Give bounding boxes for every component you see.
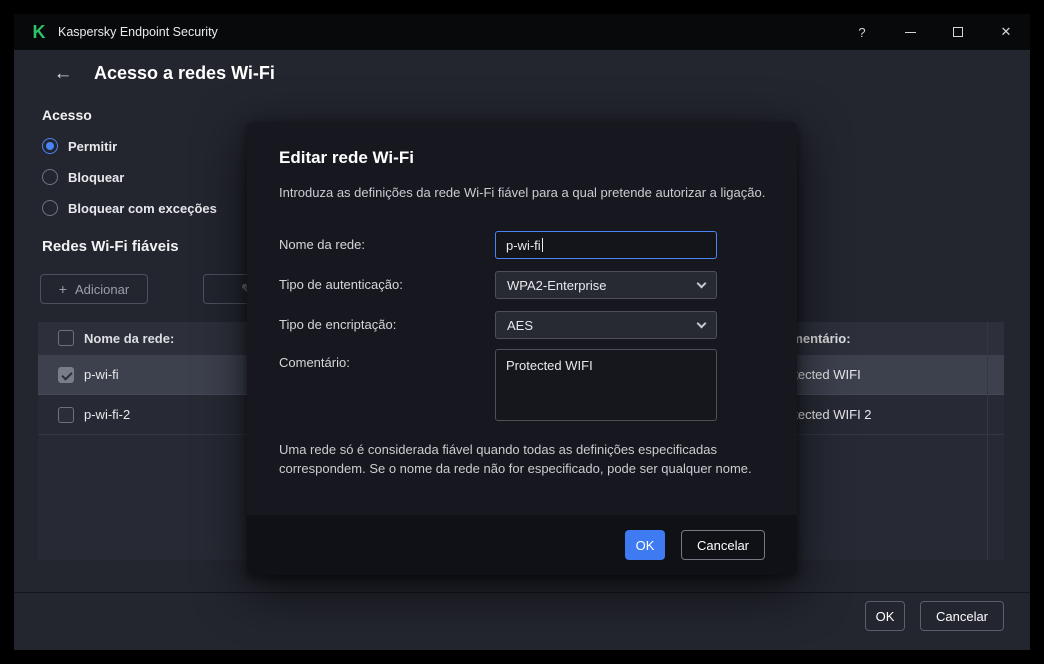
network-name-cell: p-wi-fi xyxy=(84,367,119,382)
auth-type-select[interactable]: WPA2-Enterprise xyxy=(495,271,717,299)
table-scroll-gutter xyxy=(987,322,988,560)
radio-bloquear-excecoes[interactable]: Bloquear com exceções xyxy=(42,198,217,218)
minimize-icon xyxy=(904,31,916,33)
plus-icon: + xyxy=(58,281,67,297)
access-heading: Acesso xyxy=(42,107,92,123)
network-name-input[interactable]: p-wi-fi xyxy=(495,231,717,259)
help-icon: ? xyxy=(858,24,866,40)
minimize-button[interactable] xyxy=(886,14,934,50)
comment-textarea[interactable]: Protected WIFI xyxy=(495,349,717,421)
chevron-down-icon xyxy=(696,278,707,288)
network-name-label: Nome da rede: xyxy=(279,237,365,252)
kaspersky-logo-icon: K xyxy=(32,22,46,42)
app-window: K Kaspersky Endpoint Security ? ✕ ← Aces… xyxy=(14,14,1030,650)
radio-bloquear[interactable]: Bloquear xyxy=(42,167,124,187)
trusted-networks-heading: Redes Wi-Fi fiáveis xyxy=(42,238,179,255)
text-caret xyxy=(541,238,543,252)
chevron-down-icon xyxy=(696,318,707,328)
radio-icon xyxy=(42,169,58,185)
edit-wifi-dialog: Editar rede Wi-Fi Introduza as definiçõe… xyxy=(247,122,797,575)
encryption-type-label: Tipo de encriptação: xyxy=(279,317,397,332)
window-cancel-button[interactable]: Cancelar xyxy=(920,601,1004,631)
dialog-description: Introduza as definições da rede Wi-Fi fi… xyxy=(279,185,766,200)
radio-permitir[interactable]: Permitir xyxy=(42,136,117,156)
network-name-cell: p-wi-fi-2 xyxy=(84,407,131,422)
close-icon: ✕ xyxy=(1000,24,1012,39)
row-checkbox[interactable] xyxy=(58,407,74,423)
radio-icon xyxy=(42,138,58,154)
window-ok-button[interactable]: OK xyxy=(865,601,905,631)
dialog-ok-button[interactable]: OK xyxy=(625,530,665,560)
dialog-cancel-button[interactable]: Cancelar xyxy=(681,530,765,560)
row-checkbox[interactable] xyxy=(58,367,74,383)
comment-label: Comentário: xyxy=(279,355,350,370)
auth-type-value: WPA2-Enterprise xyxy=(507,277,607,293)
help-button[interactable]: ? xyxy=(838,14,886,50)
encryption-type-select[interactable]: AES xyxy=(495,311,717,339)
close-button[interactable]: ✕ xyxy=(982,14,1030,50)
radio-label: Permitir xyxy=(68,138,118,154)
main-content: ← Acesso a redes Wi-Fi Acesso Permitir B… xyxy=(14,50,1030,650)
add-network-button[interactable]: + Adicionar xyxy=(40,274,148,304)
page-title: Acesso a redes Wi-Fi xyxy=(94,63,275,83)
radio-label: Bloquear com exceções xyxy=(68,200,217,216)
name-column-header: Nome da rede: xyxy=(84,331,175,346)
encryption-type-value: AES xyxy=(507,317,534,333)
maximize-button[interactable] xyxy=(934,14,982,50)
auth-type-label: Tipo de autenticação: xyxy=(279,277,403,292)
dialog-note: Uma rede só é considerada fiável quando … xyxy=(279,442,752,476)
back-button[interactable]: ← xyxy=(50,61,76,87)
radio-icon xyxy=(42,200,58,216)
maximize-icon xyxy=(953,27,963,37)
dialog-footer: OK Cancelar xyxy=(247,515,797,575)
titlebar: K Kaspersky Endpoint Security ? ✕ xyxy=(14,14,1030,50)
window-controls: ? ✕ xyxy=(838,14,1030,50)
footer-divider xyxy=(14,592,1030,593)
add-button-label: Adicionar xyxy=(74,281,130,297)
comment-value: Protected WIFI xyxy=(506,358,593,373)
network-name-value: p-wi-fi xyxy=(506,237,541,253)
select-all-checkbox[interactable] xyxy=(58,330,74,346)
radio-label: Bloquear xyxy=(68,169,125,185)
dialog-title: Editar rede Wi-Fi xyxy=(279,148,414,167)
app-title: Kaspersky Endpoint Security xyxy=(58,25,218,39)
